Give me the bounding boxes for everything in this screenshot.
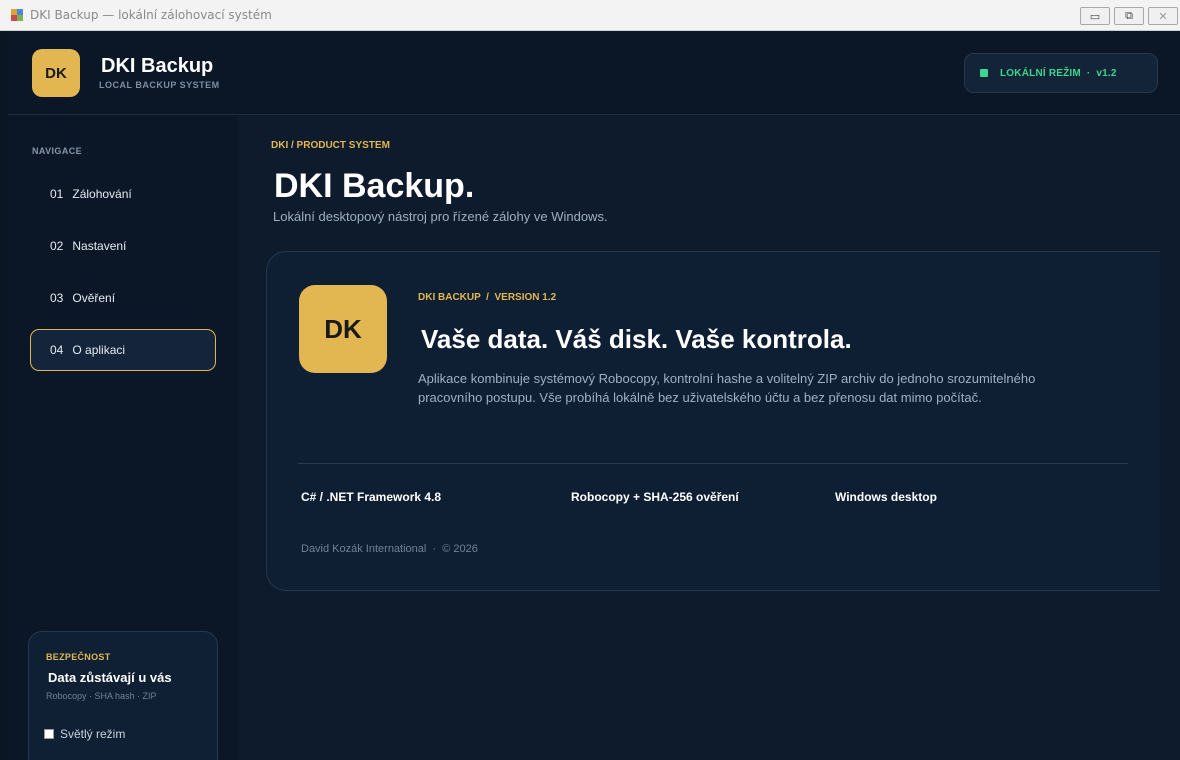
nav-title: NAVIGACE	[32, 146, 83, 156]
tech-item-platform: Windows desktop	[835, 490, 937, 504]
light-mode-toggle[interactable]: Světlý režim	[44, 727, 125, 741]
maximize-button[interactable]: ⧉	[1114, 7, 1144, 25]
sidebar-item-zalohovani[interactable]: 01 Zálohování	[30, 173, 216, 215]
window-titlebar[interactable]: DKI Backup — lokální zálohovací systém ▭…	[0, 0, 1180, 31]
card-kicker: DKI BACKUP / VERSION 1.2	[418, 292, 557, 303]
card-description: Aplikace kombinuje systémový Robocopy, k…	[418, 371, 1036, 405]
main-content: DKI / PRODUCT SYSTEM DKI Backup. Lokální…	[238, 115, 1180, 760]
light-mode-label: Světlý režim	[60, 727, 126, 741]
security-subtitle: Robocopy · SHA hash · ZIP	[46, 691, 157, 701]
card-headline: Vaše data. Váš disk. Vaše kontrola.	[421, 324, 852, 354]
sidebar-item-overeni[interactable]: 03 Ověření	[30, 277, 216, 319]
card-footer: David Kozák International · © 2026	[301, 543, 478, 555]
brand-subtitle: LOCAL BACKUP SYSTEM	[99, 80, 220, 90]
security-label: BEZPEČNOST	[46, 652, 111, 662]
sidebar-item-label: O aplikaci	[72, 343, 126, 357]
brand-title: DKI Backup	[101, 55, 214, 77]
light-mode-checkbox[interactable]	[44, 729, 54, 739]
app-window-icon	[11, 9, 23, 21]
page-title: DKI Backup.	[274, 167, 475, 205]
tech-item-framework: C# / .NET Framework 4.8	[301, 490, 442, 504]
card-divider	[298, 463, 1128, 464]
app-root: DK DKI Backup LOCAL BACKUP SYSTEM LOKÁLN…	[8, 31, 1180, 760]
status-dot-icon	[980, 69, 988, 77]
sidebar: NAVIGACE 01 Zálohování 02 Nastavení 03 O…	[8, 115, 238, 760]
minimize-button[interactable]: ▭	[1080, 7, 1110, 25]
sidebar-item-number: 03	[50, 291, 64, 305]
sidebar-item-label: Nastavení	[72, 239, 127, 253]
app-logo: DK	[32, 49, 80, 97]
security-panel: BEZPEČNOST Data zůstávají u vás Robocopy…	[28, 631, 218, 760]
security-title: Data zůstávají u vás	[48, 670, 172, 685]
close-button[interactable]: ✕	[1148, 7, 1178, 25]
mode-badge: LOKÁLNÍ REŽIM · v1.2	[964, 53, 1158, 93]
window-title: DKI Backup — lokální zálohovací systém	[30, 8, 272, 22]
sidebar-item-number: 02	[50, 239, 64, 253]
about-card: DK DKI BACKUP / VERSION 1.2 Vaše data. V…	[266, 251, 1160, 591]
sidebar-item-number: 04	[50, 343, 64, 357]
sidebar-item-label: Ověření	[72, 291, 116, 305]
window-controls: ▭ ⧉ ✕	[1080, 7, 1180, 25]
sidebar-item-o-aplikaci[interactable]: 04 O aplikaci	[30, 329, 216, 371]
sidebar-item-number: 01	[50, 187, 64, 201]
sidebar-item-nastaveni[interactable]: 02 Nastavení	[30, 225, 216, 267]
page-description: Lokální desktopový nástroj pro řízené zá…	[273, 209, 608, 224]
sidebar-item-label: Zálohování	[72, 187, 132, 201]
breadcrumb: DKI / PRODUCT SYSTEM	[271, 140, 390, 151]
mode-badge-text: LOKÁLNÍ REŽIM · v1.2	[1000, 67, 1117, 79]
app-header: DK DKI Backup LOCAL BACKUP SYSTEM LOKÁLN…	[8, 31, 1180, 115]
tech-item-robocopy: Robocopy + SHA-256 ověření	[571, 490, 739, 504]
card-logo: DK	[299, 285, 387, 373]
